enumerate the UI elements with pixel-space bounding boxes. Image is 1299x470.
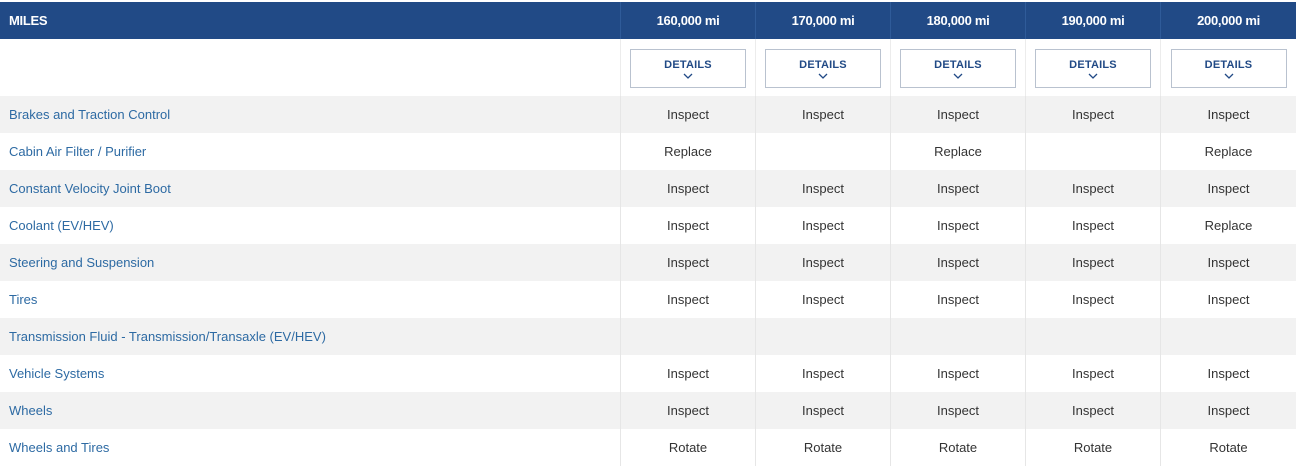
service-action-cell: Inspect bbox=[620, 355, 755, 392]
details-row-spacer bbox=[0, 39, 620, 96]
service-action-cell: Inspect bbox=[890, 207, 1025, 244]
service-action-cell bbox=[1160, 318, 1296, 355]
service-action-cell: Rotate bbox=[1025, 429, 1160, 466]
service-action-cell bbox=[755, 318, 890, 355]
service-item-link[interactable]: Wheels and Tires bbox=[0, 429, 620, 466]
chevron-down-icon bbox=[1088, 73, 1098, 79]
service-action-cell: Inspect bbox=[620, 170, 755, 207]
mileage-header-170000: 170,000 mi bbox=[755, 2, 890, 39]
service-action-cell: Inspect bbox=[1160, 244, 1296, 281]
service-action-cell: Inspect bbox=[890, 355, 1025, 392]
service-action-cell: Inspect bbox=[1025, 281, 1160, 318]
details-button-180000[interactable]: DETAILS bbox=[900, 49, 1016, 88]
service-action-cell: Inspect bbox=[1025, 170, 1160, 207]
details-cell: DETAILS bbox=[755, 39, 890, 96]
service-item-link[interactable]: Vehicle Systems bbox=[0, 355, 620, 392]
service-action-cell: Inspect bbox=[755, 96, 890, 133]
service-action-cell: Replace bbox=[620, 133, 755, 170]
service-action-cell: Rotate bbox=[755, 429, 890, 466]
service-action-cell: Inspect bbox=[890, 244, 1025, 281]
service-action-cell: Inspect bbox=[890, 96, 1025, 133]
service-action-cell: Inspect bbox=[1160, 281, 1296, 318]
service-action-cell: Inspect bbox=[620, 392, 755, 429]
service-item-link[interactable]: Wheels bbox=[0, 392, 620, 429]
service-action-cell: Inspect bbox=[620, 96, 755, 133]
mileage-header-190000: 190,000 mi bbox=[1025, 2, 1160, 39]
service-action-cell: Rotate bbox=[1160, 429, 1296, 466]
details-button-label: DETAILS bbox=[934, 58, 982, 71]
chevron-down-icon bbox=[818, 73, 828, 79]
mileage-header-200000: 200,000 mi bbox=[1160, 2, 1296, 39]
service-action-cell bbox=[890, 318, 1025, 355]
mileage-header-160000: 160,000 mi bbox=[620, 2, 755, 39]
service-item-link[interactable]: Cabin Air Filter / Purifier bbox=[0, 133, 620, 170]
miles-column-header: MILES bbox=[0, 2, 620, 39]
chevron-down-icon bbox=[953, 73, 963, 79]
service-action-cell: Inspect bbox=[1025, 207, 1160, 244]
service-action-cell: Inspect bbox=[1160, 392, 1296, 429]
service-item-link[interactable]: Coolant (EV/HEV) bbox=[0, 207, 620, 244]
service-action-cell: Inspect bbox=[755, 207, 890, 244]
service-action-cell: Inspect bbox=[755, 244, 890, 281]
service-action-cell bbox=[620, 318, 755, 355]
service-item-link[interactable]: Tires bbox=[0, 281, 620, 318]
service-action-cell: Replace bbox=[890, 133, 1025, 170]
service-action-cell: Inspect bbox=[890, 392, 1025, 429]
service-action-cell: Inspect bbox=[1025, 96, 1160, 133]
chevron-down-icon bbox=[1224, 73, 1233, 79]
service-action-cell: Inspect bbox=[620, 244, 755, 281]
service-action-cell: Inspect bbox=[755, 392, 890, 429]
service-action-cell: Inspect bbox=[755, 170, 890, 207]
service-action-cell: Rotate bbox=[620, 429, 755, 466]
details-cell: DETAILS bbox=[620, 39, 755, 96]
service-action-cell: Inspect bbox=[890, 170, 1025, 207]
service-action-cell: Replace bbox=[1160, 207, 1296, 244]
details-button-190000[interactable]: DETAILS bbox=[1035, 49, 1151, 88]
service-action-cell: Rotate bbox=[890, 429, 1025, 466]
service-action-cell: Inspect bbox=[755, 281, 890, 318]
service-action-cell: Inspect bbox=[620, 207, 755, 244]
maintenance-schedule-table: MILES 160,000 mi 170,000 mi 180,000 mi 1… bbox=[0, 2, 1296, 466]
service-action-cell: Inspect bbox=[1160, 170, 1296, 207]
details-button-label: DETAILS bbox=[664, 58, 712, 71]
details-button-label: DETAILS bbox=[1204, 58, 1253, 71]
details-button-170000[interactable]: DETAILS bbox=[765, 49, 881, 88]
service-action-cell: Inspect bbox=[620, 281, 755, 318]
service-action-cell: Inspect bbox=[1160, 96, 1296, 133]
details-button-label: DETAILS bbox=[1069, 58, 1117, 71]
service-item-link[interactable]: Brakes and Traction Control bbox=[0, 96, 620, 133]
service-action-cell: Replace bbox=[1160, 133, 1296, 170]
service-action-cell: Inspect bbox=[890, 281, 1025, 318]
service-action-cell: Inspect bbox=[1160, 355, 1296, 392]
service-action-cell bbox=[1025, 133, 1160, 170]
details-cell: DETAILS bbox=[1025, 39, 1160, 96]
details-cell: DETAILS bbox=[1160, 39, 1296, 96]
details-button-label: DETAILS bbox=[799, 58, 847, 71]
service-action-cell bbox=[1025, 318, 1160, 355]
details-button-160000[interactable]: DETAILS bbox=[630, 49, 746, 88]
service-action-cell: Inspect bbox=[1025, 244, 1160, 281]
details-button-200000[interactable]: DETAILS bbox=[1170, 49, 1287, 88]
service-action-cell: Inspect bbox=[1025, 355, 1160, 392]
service-item-link[interactable]: Constant Velocity Joint Boot bbox=[0, 170, 620, 207]
service-action-cell: Inspect bbox=[755, 355, 890, 392]
service-action-cell: Inspect bbox=[1025, 392, 1160, 429]
service-item-link[interactable]: Transmission Fluid - Transmission/Transa… bbox=[0, 318, 620, 355]
mileage-header-180000: 180,000 mi bbox=[890, 2, 1025, 39]
details-cell: DETAILS bbox=[890, 39, 1025, 96]
chevron-down-icon bbox=[683, 73, 693, 79]
service-item-link[interactable]: Steering and Suspension bbox=[0, 244, 620, 281]
service-action-cell bbox=[755, 133, 890, 170]
